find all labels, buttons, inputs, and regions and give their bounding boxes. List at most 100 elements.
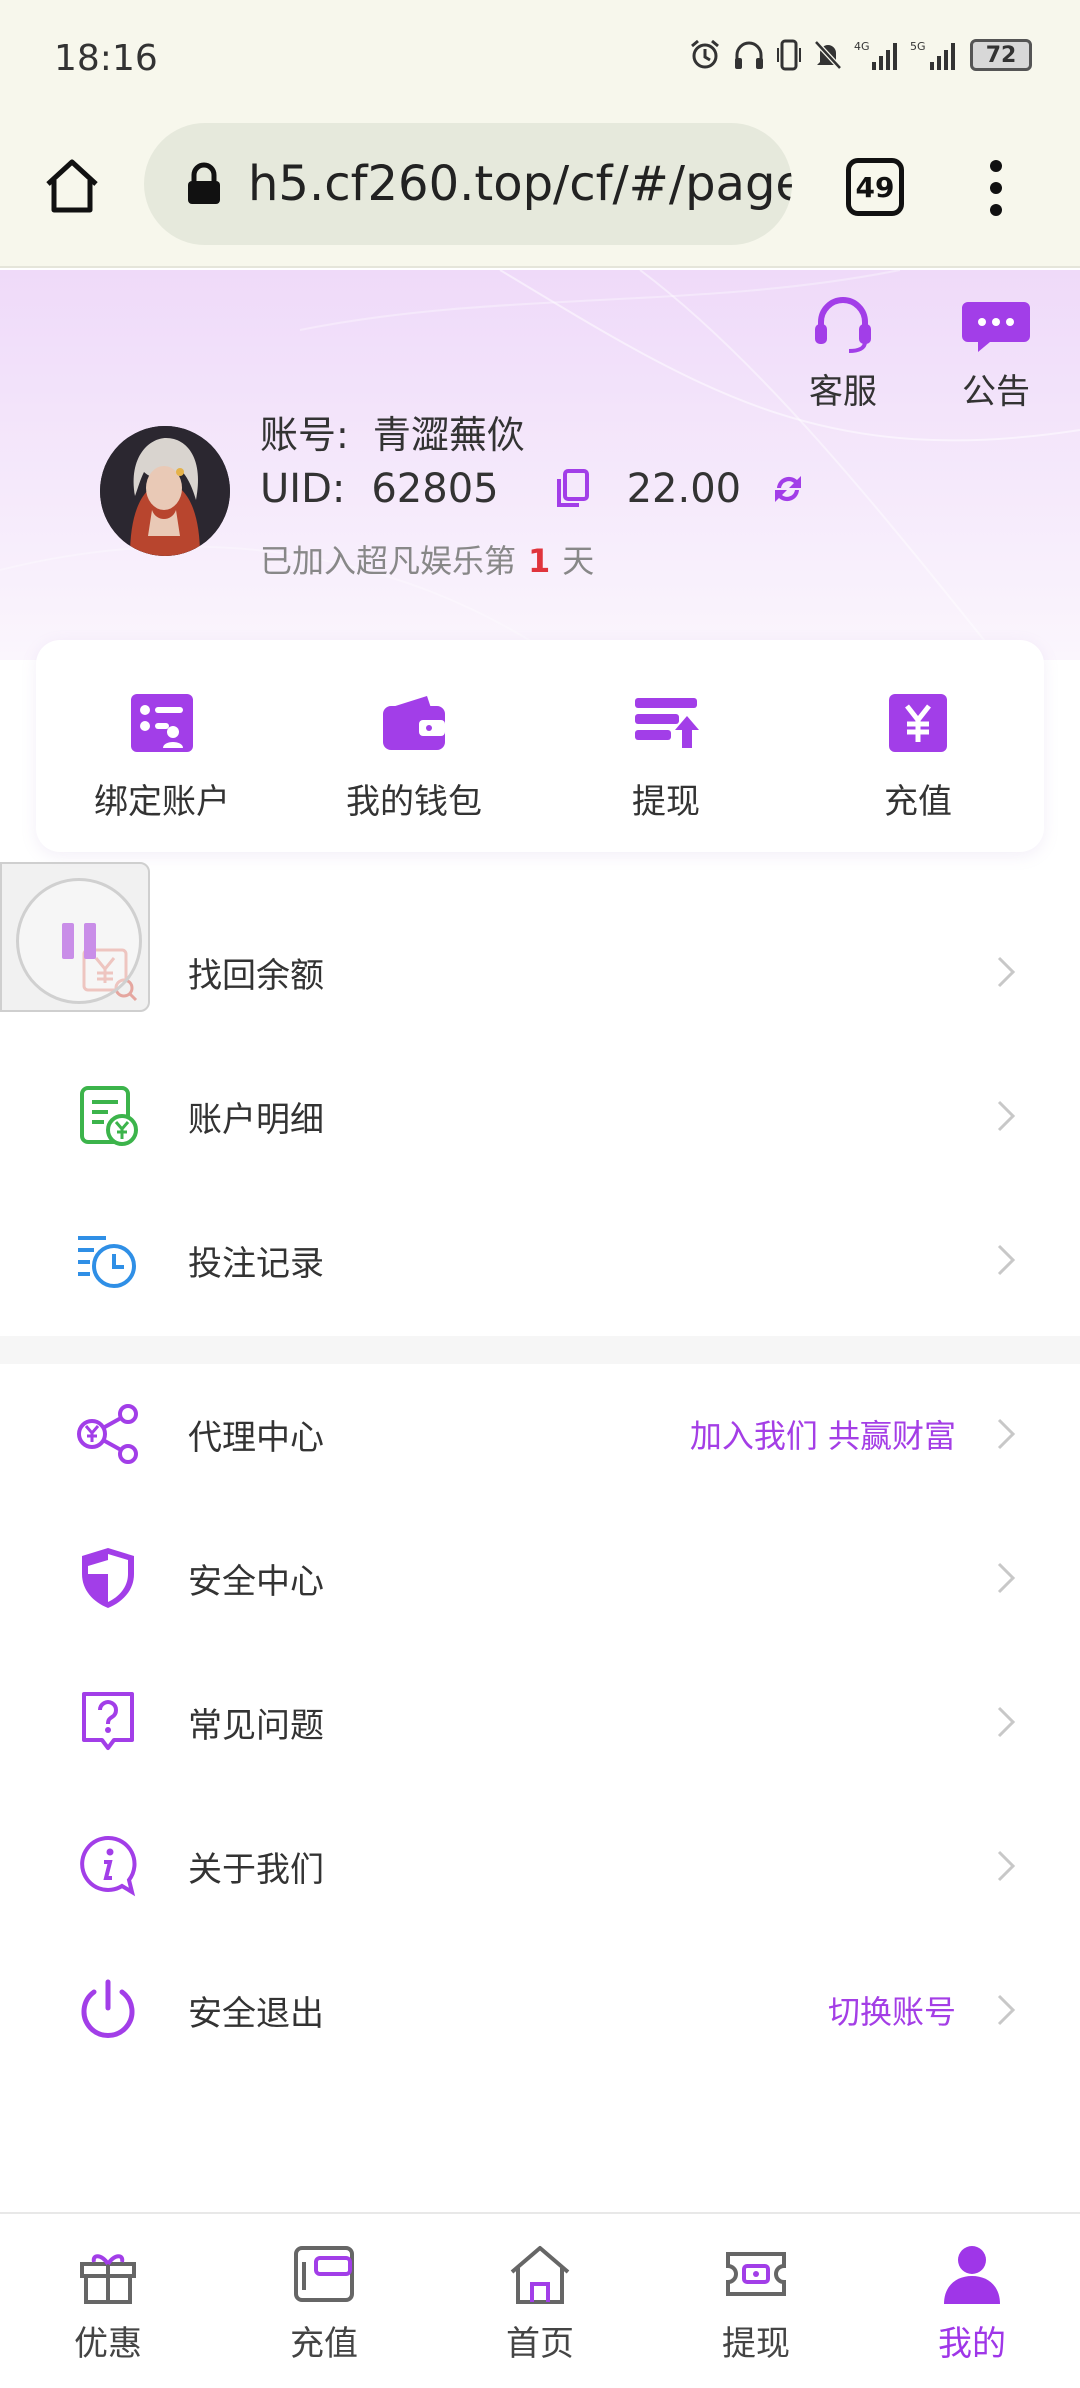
- recharge-icon: [294, 2246, 354, 2302]
- gift-icon: [80, 2254, 136, 2304]
- menu-item-account-detail[interactable]: 账户明细: [0, 1044, 1080, 1188]
- vibrate-icon: [777, 39, 801, 71]
- pause-icon: [16, 878, 142, 1004]
- floating-pause-widget[interactable]: [0, 862, 150, 1012]
- url-text: h5.cf260.top/cf/#/page: [248, 156, 792, 212]
- customer-service-label: 客服: [809, 372, 877, 412]
- agent-promo-text: 加入我们 共赢财富: [689, 1417, 956, 1455]
- joined-days-text: 已加入超凡娱乐第 1 天: [260, 536, 594, 582]
- recharge-quick-label: 充值: [884, 782, 952, 822]
- alarm-icon: [691, 39, 719, 69]
- lock-icon: [188, 162, 220, 204]
- nav-label-home: 首页: [506, 2324, 574, 2364]
- user-icon: [944, 2246, 1000, 2304]
- menu-label-bet-record: 投注记录: [188, 1243, 324, 1284]
- yen-card-icon: [889, 694, 947, 752]
- chevron-right-icon: [997, 1994, 1016, 2026]
- nav-tab-recharge[interactable]: 充值: [216, 2214, 432, 2388]
- nav-label-recharge: 充值: [290, 2324, 358, 2364]
- question-icon: [82, 1692, 134, 1750]
- menu-item-bet-record[interactable]: 投注记录: [0, 1188, 1080, 1332]
- announcement-label: 公告: [962, 372, 1030, 412]
- nav-tab-home[interactable]: 首页: [432, 2214, 648, 2388]
- account-detail-icon: [80, 1086, 138, 1146]
- menu-label-recover-balance: 找回余额: [188, 955, 324, 996]
- battery-indicator: 72: [970, 39, 1032, 71]
- browser-home-icon[interactable]: [40, 154, 104, 218]
- nav-tab-withdraw[interactable]: 提现: [648, 2214, 864, 2388]
- chevron-right-icon: [997, 1562, 1016, 1594]
- home-icon: [510, 2246, 570, 2304]
- menu-item-recover-balance[interactable]: 找回余额: [0, 900, 1080, 1044]
- recharge-quick-button[interactable]: 充值: [792, 640, 1044, 852]
- tab-switcher-button[interactable]: 49: [846, 158, 904, 216]
- agent-network-icon: [77, 1404, 138, 1464]
- joined-suffix: 天: [562, 542, 595, 580]
- wallet-icon: [383, 696, 445, 750]
- signal-5g-icon: 5G: [910, 40, 955, 70]
- nav-label-mine: 我的: [938, 2324, 1006, 2364]
- nav-tab-promotions[interactable]: 优惠: [0, 2214, 216, 2388]
- chevron-right-icon: [997, 956, 1016, 988]
- menu-label-logout: 安全退出: [188, 1993, 324, 2034]
- menu-item-agent-center[interactable]: 代理中心 加入我们 共赢财富: [0, 1362, 1080, 1506]
- power-icon: [81, 1979, 135, 2038]
- address-bar[interactable]: h5.cf260.top/cf/#/page: [144, 123, 792, 245]
- menu-label-agent-center: 代理中心: [188, 1417, 324, 1458]
- menu-item-about-us[interactable]: 关于我们: [0, 1794, 1080, 1938]
- chevron-right-icon: [997, 1244, 1016, 1276]
- section-divider: [0, 1336, 1080, 1364]
- menu-group-records: 找回余额 账户明细 投注记录: [0, 900, 1080, 1332]
- withdraw-ticket-icon: [726, 2252, 786, 2296]
- nav-label-promotions: 优惠: [74, 2324, 142, 2364]
- status-time: 18:16: [54, 38, 158, 79]
- avatar[interactable]: [100, 426, 230, 556]
- quick-actions-card: 绑定账户 我的钱包 提现 充值: [36, 640, 1044, 852]
- headset-icon: [815, 297, 871, 353]
- chevron-right-icon: [997, 1100, 1016, 1132]
- withdraw-quick-button[interactable]: 提现: [540, 640, 792, 852]
- menu-item-faq[interactable]: 常见问题: [0, 1650, 1080, 1794]
- menu-label-security-center: 安全中心: [188, 1561, 324, 1602]
- joined-days-count: 1: [528, 542, 551, 580]
- avatar-portrait: [100, 426, 230, 556]
- info-icon: [80, 1835, 137, 1897]
- uid-label: UID:: [260, 466, 346, 512]
- bind-account-button[interactable]: 绑定账户: [36, 640, 288, 852]
- announcement-button[interactable]: 公告: [951, 296, 1041, 413]
- customer-service-button[interactable]: 客服: [798, 296, 888, 413]
- chat-bubble-icon: [962, 302, 1030, 352]
- account-name: 青澀蕪佽: [372, 413, 525, 457]
- withdraw-quick-label: 提现: [632, 782, 700, 822]
- menu-item-security-center[interactable]: 安全中心: [0, 1506, 1080, 1650]
- chevron-right-icon: [997, 1850, 1016, 1882]
- nav-tab-mine[interactable]: 我的: [864, 2214, 1080, 2388]
- bet-record-icon: [78, 1236, 136, 1288]
- svg-text:4G: 4G: [854, 40, 870, 53]
- chevron-right-icon: [997, 1706, 1016, 1738]
- refresh-icon[interactable]: [767, 468, 809, 510]
- bind-account-icon: [131, 694, 193, 752]
- bind-account-label: 绑定账户: [94, 782, 230, 822]
- copy-icon[interactable]: [555, 469, 591, 509]
- svg-text:5G: 5G: [910, 40, 926, 53]
- balance-value: 22.00: [626, 466, 742, 512]
- menu-label-faq: 常见问题: [188, 1705, 324, 1746]
- nav-label-withdraw: 提现: [722, 2324, 790, 2364]
- account-label: 账号:: [260, 413, 349, 457]
- uid-value: 62805: [371, 466, 499, 512]
- switch-account-link[interactable]: 切换账号: [828, 1987, 956, 2033]
- uid-line: UID: 62805 22.00: [260, 466, 809, 512]
- mute-bell-icon: [814, 40, 842, 70]
- browser-menu-icon[interactable]: [980, 156, 1012, 220]
- bottom-navigation: 优惠 充值 首页 提现 我的: [0, 2212, 1080, 2388]
- menu-label-about-us: 关于我们: [188, 1849, 324, 1890]
- my-wallet-button[interactable]: 我的钱包: [288, 640, 540, 852]
- signal-4g-icon: 4G: [854, 40, 897, 70]
- menu-label-account-detail: 账户明细: [188, 1099, 324, 1140]
- menu-item-logout[interactable]: 安全退出 切换账号: [0, 1938, 1080, 2082]
- status-bar: 18:16 4G 5G 72: [0, 0, 1080, 118]
- my-wallet-label: 我的钱包: [346, 782, 482, 822]
- withdraw-icon: [635, 698, 699, 748]
- account-line: 账号: 青澀蕪佽: [260, 404, 549, 459]
